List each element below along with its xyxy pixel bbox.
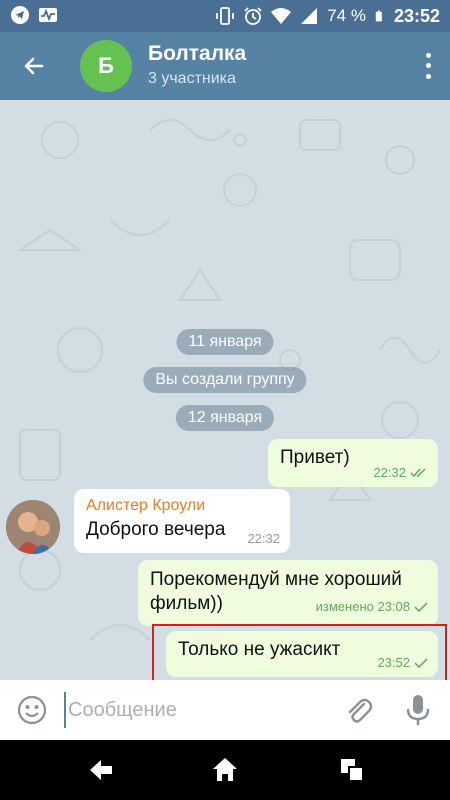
emoji-icon[interactable] (16, 694, 48, 726)
incoming-message[interactable]: Алистер Кроули Доброго вечера 22:32 (74, 489, 290, 553)
check-icon (414, 602, 428, 612)
system-nav-bar (0, 740, 450, 800)
microphone-icon[interactable] (402, 692, 434, 728)
vibrate-icon (216, 7, 235, 25)
more-menu-button[interactable] (420, 50, 436, 82)
back-button[interactable] (14, 46, 54, 86)
paperclip-icon[interactable] (342, 694, 374, 726)
message-input-bar (0, 680, 450, 740)
avatar[interactable] (6, 500, 60, 554)
message-time: 22:32 (373, 465, 406, 480)
telegram-icon (11, 6, 29, 24)
group-avatar[interactable]: Б (80, 40, 132, 92)
wifi-icon (271, 8, 292, 24)
activity-icon (39, 8, 57, 22)
battery-icon (375, 10, 382, 22)
home-icon[interactable] (211, 756, 239, 784)
battery-percent: 74 % (327, 6, 366, 25)
arrow-left-icon (24, 57, 44, 75)
outgoing-message[interactable]: Привет) 22:32 (268, 439, 438, 487)
date-separator: 12 января (175, 405, 275, 431)
message-text: Привет) (280, 447, 350, 468)
signal-icon (301, 8, 318, 24)
status-time: 23:52 (393, 5, 440, 26)
message-input[interactable] (64, 692, 324, 728)
service-message: Вы создали группу (143, 367, 307, 393)
chat-title[interactable]: Болталка (148, 42, 246, 66)
chat-subtitle: 3 участника (148, 70, 236, 87)
highlight-box (152, 624, 447, 680)
user-photo (6, 500, 60, 554)
outgoing-message[interactable]: Порекомендуй мне хороший фильм)) изменен… (138, 560, 438, 626)
recents-icon[interactable] (338, 756, 366, 784)
message-edited-time: изменено 23:08 (315, 599, 410, 614)
back-nav-icon[interactable] (87, 756, 115, 784)
message-text: Доброго вечера (86, 519, 226, 540)
alarm-icon (244, 7, 262, 25)
chat-header: Б Болталка 3 участника (0, 32, 450, 100)
message-time: 22:32 (247, 531, 280, 546)
double-check-icon (410, 467, 426, 477)
sender-name[interactable]: Алистер Кроули (86, 497, 278, 515)
chat-area[interactable]: 11 января Вы создали группу 12 января Пр… (0, 100, 450, 680)
date-separator: 11 января (176, 329, 274, 355)
status-bar: 74 % 23:52 (0, 0, 450, 32)
